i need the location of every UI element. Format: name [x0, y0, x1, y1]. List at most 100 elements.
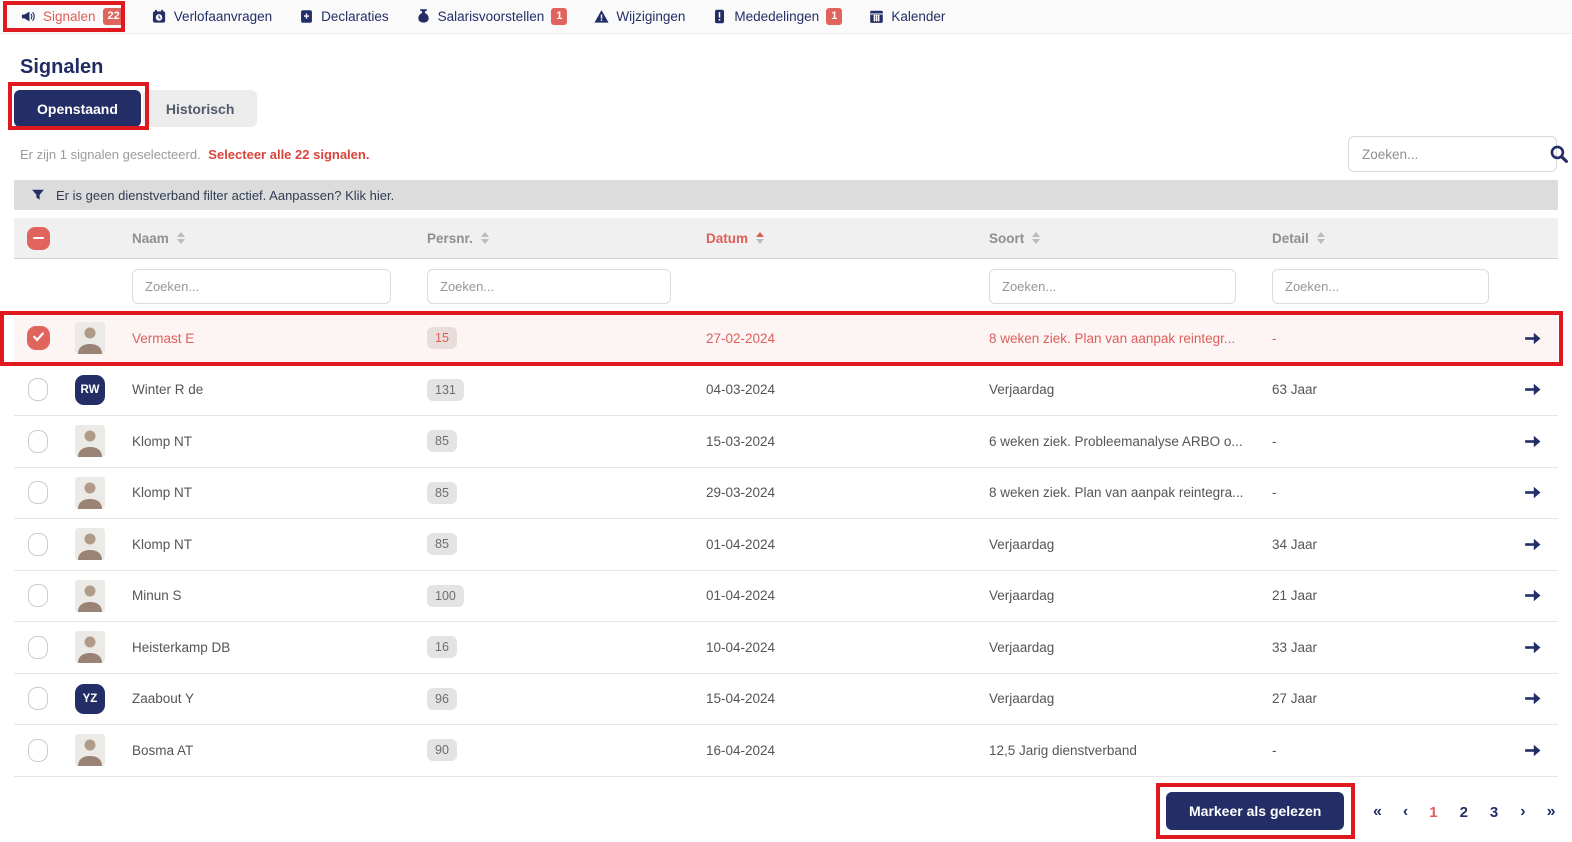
nav-item-signalen[interactable]: Signalen22	[21, 8, 125, 24]
table-row[interactable]: Klomp NT8529-03-20248 weken ziek. Plan v…	[14, 468, 1558, 520]
cell-datum: 01-04-2024	[692, 537, 975, 552]
open-signal-arrow-icon[interactable]	[1508, 538, 1558, 551]
row-checkbox[interactable]	[28, 687, 48, 710]
table-row[interactable]: YZZaabout Y9615-04-2024Verjaardag27 Jaar	[14, 674, 1558, 726]
pagination-next[interactable]: ›	[1509, 799, 1535, 825]
column-label: Persnr.	[427, 231, 473, 246]
table-row[interactable]: Klomp NT8501-04-2024Verjaardag34 Jaar	[14, 519, 1558, 571]
nav-item-declaraties[interactable]: Declaraties	[299, 9, 389, 24]
avatar	[75, 734, 105, 766]
megaphone-icon	[21, 9, 36, 24]
nav-item-verlofaanvragen[interactable]: Verlofaanvragen	[152, 9, 272, 24]
cell-soort: Verjaardag	[975, 588, 1258, 603]
tab-openstaand[interactable]: Openstaand	[14, 90, 141, 127]
nav-item-label: Signalen	[43, 9, 96, 24]
persnr-badge: 90	[427, 739, 457, 761]
search-icon[interactable]	[1549, 144, 1572, 164]
nav-item-wijzigingen[interactable]: Wijzigingen	[594, 9, 685, 24]
open-signal-arrow-icon[interactable]	[1508, 641, 1558, 654]
table-row[interactable]: RWWinter R de13104-03-2024Verjaardag63 J…	[14, 365, 1558, 417]
row-checkbox[interactable]	[28, 378, 48, 401]
pagination-prev[interactable]: ‹	[1392, 799, 1418, 825]
pagination-last[interactable]: »	[1536, 799, 1566, 825]
cell-datum: 01-04-2024	[692, 588, 975, 603]
avatar	[75, 425, 105, 457]
cell-detail: -	[1258, 743, 1508, 758]
pagination-page-1[interactable]: 1	[1418, 800, 1448, 825]
column-header-persnr-[interactable]: Persnr.	[413, 231, 692, 246]
avatar-cell	[62, 734, 118, 766]
cell-detail: 63 Jaar	[1258, 382, 1508, 397]
filter-input-persnr[interactable]	[427, 269, 671, 304]
avatar-cell	[62, 322, 118, 354]
open-signal-arrow-icon[interactable]	[1508, 692, 1558, 705]
cell-detail: -	[1258, 331, 1508, 346]
money-bag-icon	[416, 9, 431, 24]
cell-detail: 34 Jaar	[1258, 537, 1508, 552]
row-checkbox[interactable]	[28, 533, 48, 556]
nav-item-mededelingen[interactable]: Mededelingen1	[712, 8, 842, 24]
checkbox-cell	[14, 481, 62, 504]
tab-historisch[interactable]: Historisch	[143, 90, 257, 127]
column-header-detail[interactable]: Detail	[1258, 231, 1508, 246]
column-header-soort[interactable]: Soort	[975, 231, 1258, 246]
row-checkbox[interactable]	[28, 739, 48, 762]
mark-as-read-button[interactable]: Markeer als gelezen	[1166, 792, 1344, 830]
open-signal-arrow-icon[interactable]	[1508, 383, 1558, 396]
open-signal-arrow-icon[interactable]	[1508, 589, 1558, 602]
cell-naam: Heisterkamp DB	[118, 640, 413, 655]
open-signal-arrow-icon[interactable]	[1508, 435, 1558, 448]
cell-soort: Verjaardag	[975, 382, 1258, 397]
funnel-icon	[31, 188, 45, 202]
avatar	[75, 528, 105, 560]
select-all-link[interactable]: Selecteer alle 22 signalen.	[208, 147, 369, 162]
row-checkbox[interactable]	[27, 326, 50, 350]
cell-soort: 8 weken ziek. Plan van aanpak reintegr..…	[975, 331, 1258, 346]
table-row[interactable]: Bosma AT9016-04-202412,5 Jarig dienstver…	[14, 725, 1558, 777]
select-all-checkbox[interactable]	[27, 227, 50, 250]
warning-triangle-icon	[594, 9, 609, 24]
top-navigation: Signalen22 Verlofaanvragen Declaraties Sala…	[0, 0, 1572, 34]
open-signal-arrow-icon[interactable]	[1508, 486, 1558, 499]
cell-datum: 16-04-2024	[692, 743, 975, 758]
row-checkbox[interactable]	[28, 430, 48, 453]
nav-item-salarisvoorstellen[interactable]: Salarisvoorstellen1	[416, 8, 568, 24]
filter-input-soort[interactable]	[989, 269, 1236, 304]
cell-soort: 6 weken ziek. Probleemanalyse ARBO o...	[975, 434, 1258, 449]
cell-datum: 15-04-2024	[692, 691, 975, 706]
filter-cell-soort	[975, 269, 1258, 304]
persnr-badge: 131	[427, 379, 464, 401]
cell-persnr: 16	[413, 636, 692, 658]
filter-cell-detail	[1258, 269, 1508, 304]
table-row[interactable]: Klomp NT8515-03-20246 weken ziek. Proble…	[14, 416, 1558, 468]
sort-arrows-icon	[1032, 232, 1040, 244]
search-input[interactable]	[1349, 147, 1549, 162]
open-signal-arrow-icon[interactable]	[1508, 332, 1558, 345]
dienstverband-filter-banner[interactable]: Er is geen dienstverband filter actief. …	[14, 180, 1558, 210]
row-checkbox[interactable]	[28, 636, 48, 659]
cell-persnr: 85	[413, 482, 692, 504]
persnr-badge: 100	[427, 585, 464, 607]
signalen-screen: Signalen22 Verlofaanvragen Declaraties Sala…	[0, 0, 1572, 842]
pagination-page-2[interactable]: 2	[1449, 800, 1479, 825]
column-header-datum[interactable]: Datum	[692, 231, 975, 246]
row-checkbox[interactable]	[28, 481, 48, 504]
nav-item-label: Kalender	[891, 9, 945, 24]
selection-status: Er zijn 1 signalen geselecteerd. Selecte…	[20, 147, 369, 162]
pagination-first[interactable]: «	[1362, 799, 1392, 825]
table-row[interactable]: Heisterkamp DB1610-04-2024Verjaardag33 J…	[14, 622, 1558, 674]
checkbox-cell	[14, 378, 62, 401]
open-signal-arrow-icon[interactable]	[1508, 744, 1558, 757]
filter-banner-text: Er is geen dienstverband filter actief. …	[56, 188, 394, 203]
cell-detail: 27 Jaar	[1258, 691, 1508, 706]
filter-input-naam[interactable]	[132, 269, 391, 304]
table-row[interactable]: Minun S10001-04-2024Verjaardag21 Jaar	[14, 571, 1558, 623]
nav-item-kalender[interactable]: Kalender	[869, 9, 945, 24]
nav-item-label: Verlofaanvragen	[174, 9, 272, 24]
pagination-page-3[interactable]: 3	[1479, 800, 1509, 825]
column-header-naam[interactable]: Naam	[118, 231, 413, 246]
table-row[interactable]: Vermast E1527-02-20248 weken ziek. Plan …	[14, 313, 1558, 365]
cell-soort: Verjaardag	[975, 691, 1258, 706]
filter-input-detail[interactable]	[1272, 269, 1489, 304]
row-checkbox[interactable]	[28, 584, 48, 607]
